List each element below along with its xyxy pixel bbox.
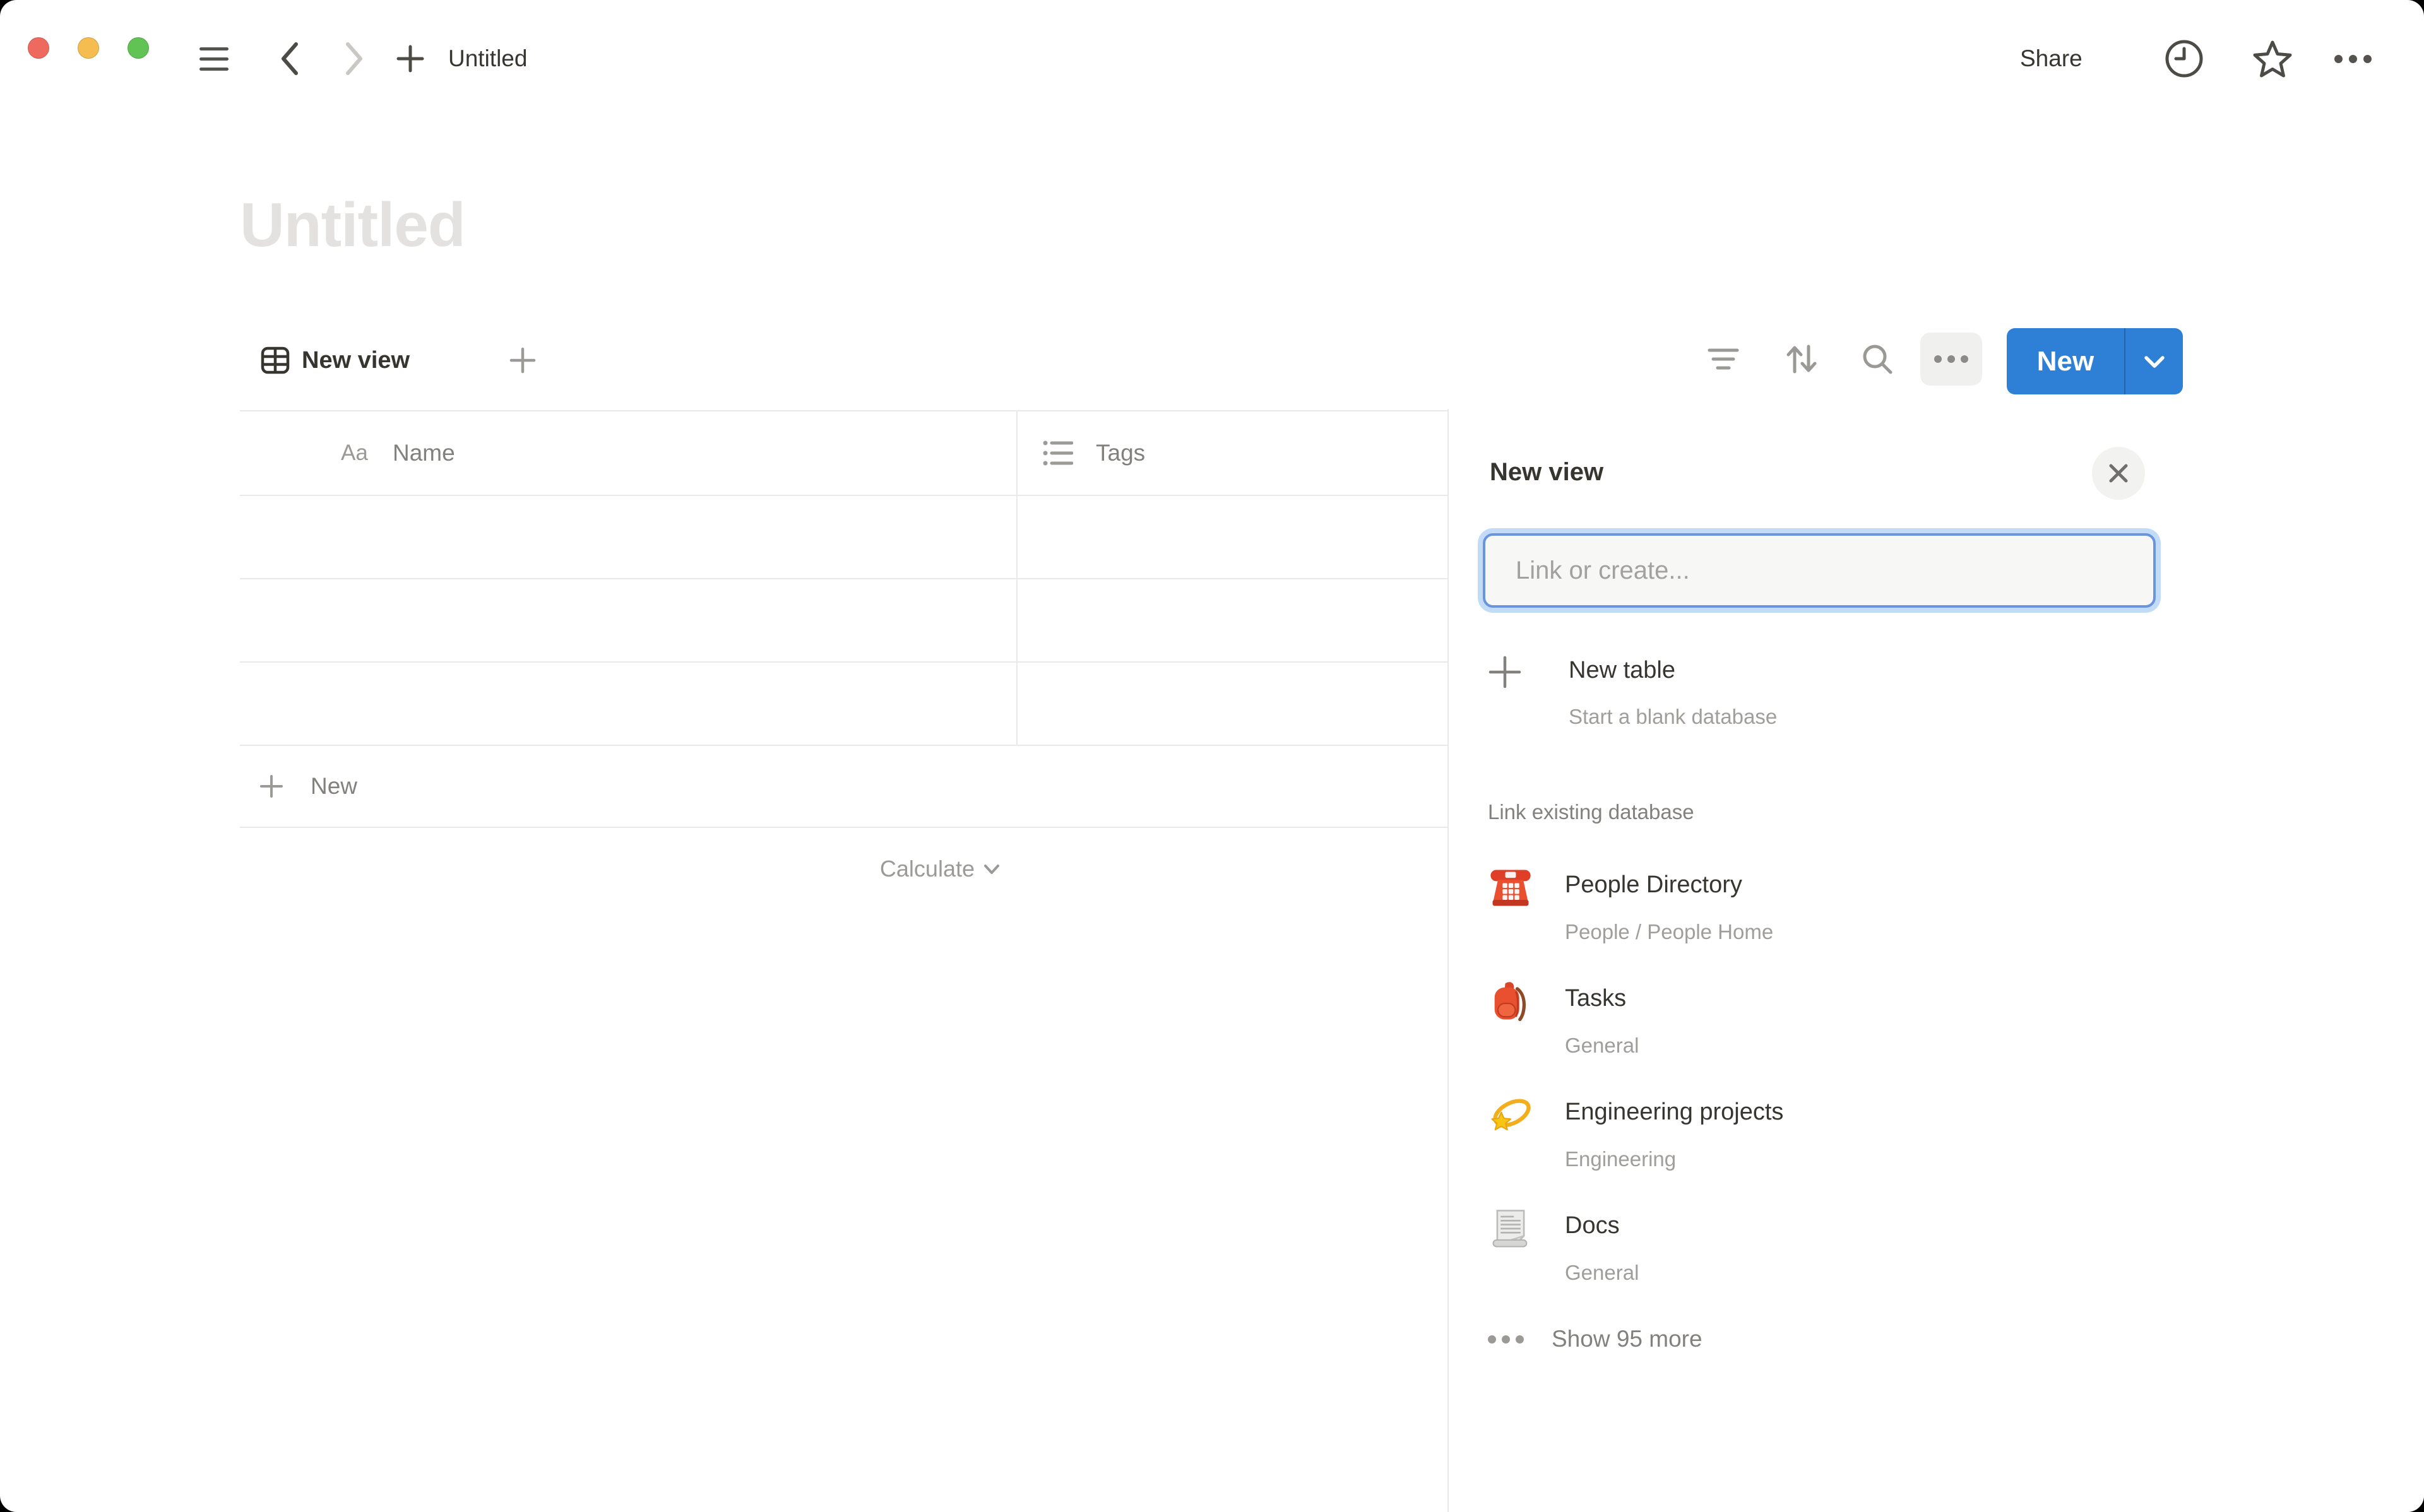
text-type-icon: Aa [341,411,368,495]
panel-title: New view [1490,456,1603,488]
add-row-button[interactable]: New [240,746,1447,828]
table-header-row: Aa Name Tags [240,411,1447,496]
new-record-dropdown[interactable] [2124,328,2183,394]
minimize-window-icon[interactable] [78,37,99,59]
add-view-icon[interactable] [509,346,537,374]
telephone-icon [1487,865,1535,913]
table-row[interactable] [240,496,1447,579]
table-row[interactable] [240,579,1447,663]
search-icon[interactable] [1860,341,1895,377]
column-header-name[interactable]: Name [393,411,455,495]
calculate-button[interactable]: Calculate [240,828,1018,910]
dizzy-icon [1487,1092,1535,1140]
chevron-down-icon [983,864,1000,875]
new-table-option[interactable]: New table Start a blank database [1487,650,1777,730]
close-panel-button[interactable] [2092,447,2145,500]
favorite-star-icon[interactable] [2252,38,2293,79]
database-table: Aa Name Tags New Calculate [240,410,1447,910]
new-table-subtitle: Start a blank database [1569,704,1777,730]
database-title: Docs [1565,1210,1639,1241]
database-subtitle: General [1565,1260,1639,1286]
link-or-create-input[interactable] [1483,533,2156,608]
new-record-split-button: New [2007,328,2183,394]
page-title[interactable]: Untitled [240,189,465,261]
column-header-tags[interactable]: Tags [1096,411,1145,495]
scroll-icon [1487,1205,1535,1253]
back-icon[interactable] [278,40,302,77]
tab-new-view[interactable]: New view [260,338,410,382]
view-options-icon[interactable] [1920,333,1982,386]
backpack-icon [1487,978,1535,1026]
database-option-people-directory[interactable]: People Directory People / People Home [1487,858,2307,967]
database-option-engineering-projects[interactable]: Engineering projects Engineering [1487,1085,2307,1194]
table-view-icon [260,345,290,375]
more-options-icon[interactable] [2334,55,2372,63]
database-title: Engineering projects [1565,1097,1783,1127]
traffic-lights [28,37,149,59]
breadcrumb-page-title[interactable]: Untitled [448,45,527,73]
database-option-docs[interactable]: Docs General [1487,1199,2307,1308]
add-row-label: New [311,773,357,800]
bulleted-list-icon [1043,439,1073,467]
database-subtitle: General [1565,1032,1639,1059]
link-existing-section-label: Link existing database [1488,798,1694,826]
close-window-icon[interactable] [28,37,49,59]
ellipsis-icon [1488,1335,1524,1344]
sidebar-menu-icon[interactable] [199,47,229,71]
new-view-panel: New view New table Start a blank databas… [1447,409,2424,1512]
app-window: Untitled Share Untitled New view New [0,0,2424,1512]
database-title: People Directory [1565,870,1773,900]
zoom-window-icon[interactable] [128,37,149,59]
new-table-title: New table [1569,655,1777,685]
share-button[interactable]: Share [2020,45,2082,73]
sort-icon[interactable] [1784,341,1819,377]
forward-icon[interactable] [342,40,366,77]
table-row[interactable] [240,663,1447,746]
close-icon [2107,462,2130,485]
updates-clock-icon[interactable] [2163,37,2206,80]
new-page-icon[interactable] [395,44,425,74]
show-more-label: Show 95 more [1552,1326,1702,1352]
view-tab-label: New view [302,347,410,374]
plus-icon [259,774,284,799]
filter-icon[interactable] [1707,344,1740,374]
new-record-button[interactable]: New [2007,328,2124,394]
database-subtitle: People / People Home [1565,919,1773,945]
plus-icon [1487,654,1523,690]
database-subtitle: Engineering [1565,1146,1783,1172]
database-title: Tasks [1565,983,1639,1013]
database-option-tasks[interactable]: Tasks General [1487,972,2307,1080]
show-more-button[interactable]: Show 95 more [1488,1319,1702,1359]
chevron-down-icon [2143,354,2166,369]
column-divider[interactable] [1016,410,1018,745]
calculate-label: Calculate [880,856,975,882]
